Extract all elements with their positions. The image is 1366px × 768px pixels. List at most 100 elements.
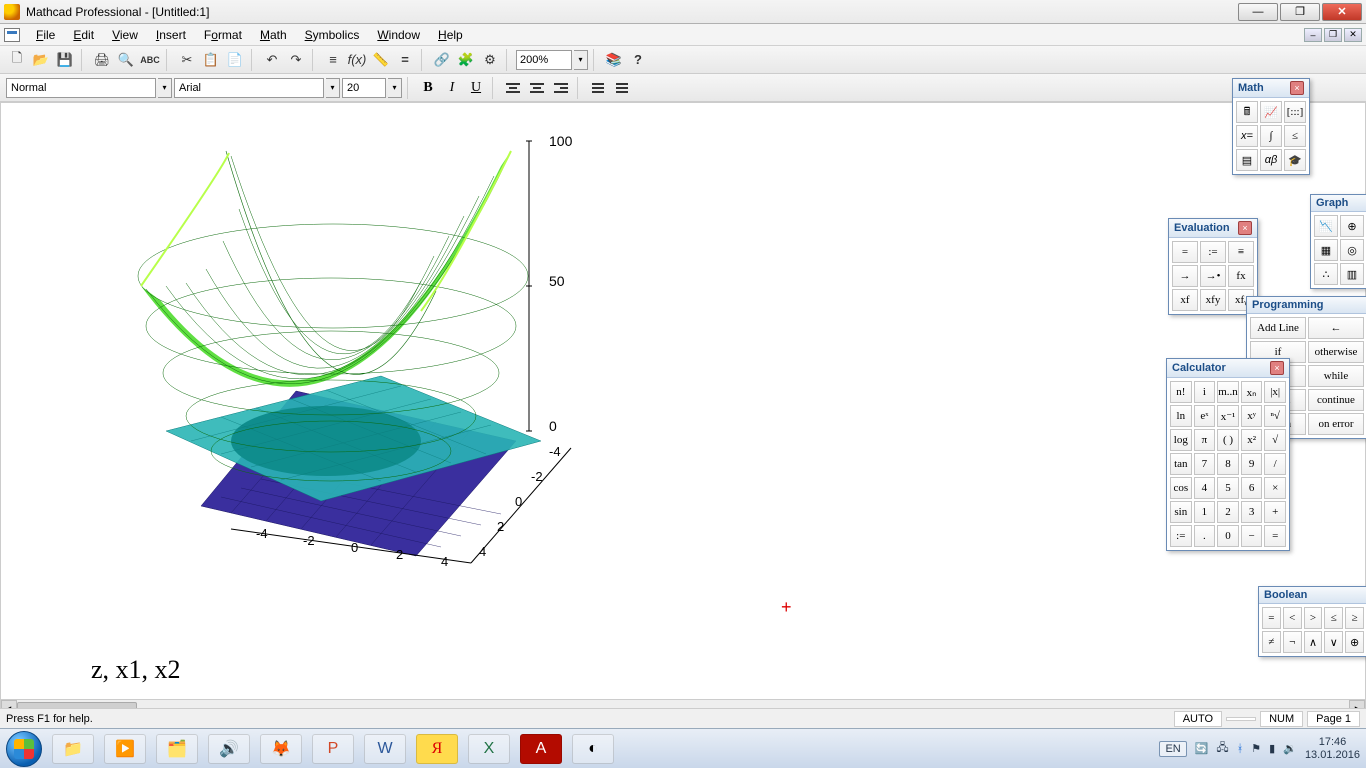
- bool-btn-0[interactable]: =: [1262, 607, 1281, 629]
- bool-btn-2[interactable]: >: [1304, 607, 1323, 629]
- paste-button[interactable]: 📄: [224, 49, 246, 71]
- window-minimize-button[interactable]: —: [1238, 3, 1278, 21]
- prog-addline[interactable]: Add Line: [1250, 317, 1306, 339]
- task-powerpoint[interactable]: P: [312, 734, 354, 764]
- open-button[interactable]: 📂: [30, 49, 52, 71]
- prog-onerror[interactable]: on error: [1308, 413, 1364, 435]
- bool-btn-1[interactable]: <: [1283, 607, 1302, 629]
- calc-btn-1-2[interactable]: x⁻¹: [1217, 405, 1239, 427]
- menu-format[interactable]: Format: [196, 26, 250, 44]
- bool-btn-5[interactable]: ≠: [1262, 631, 1281, 653]
- task-word[interactable]: W: [364, 734, 406, 764]
- tray-clock[interactable]: 17:46 13.01.2016: [1305, 736, 1360, 760]
- bool-btn-3[interactable]: ≤: [1324, 607, 1343, 629]
- bool-btn-7[interactable]: ∧: [1304, 631, 1323, 653]
- task-folder2[interactable]: 🗂️: [156, 734, 198, 764]
- math-btn-programming[interactable]: ▤: [1236, 149, 1258, 171]
- undo-button[interactable]: ↶: [261, 49, 283, 71]
- calc-btn-6-3[interactable]: −: [1241, 525, 1263, 547]
- bool-btn-4[interactable]: ≥: [1345, 607, 1364, 629]
- align-right-button[interactable]: [550, 77, 572, 99]
- calculator-palette-close[interactable]: ×: [1270, 361, 1284, 375]
- calc-btn-5-2[interactable]: 2: [1217, 501, 1239, 523]
- task-acrobat[interactable]: A: [520, 734, 562, 764]
- calc-btn-6-4[interactable]: =: [1264, 525, 1286, 547]
- graph-btn-surface[interactable]: ▦: [1314, 239, 1338, 261]
- bool-btn-6[interactable]: ¬: [1283, 631, 1302, 653]
- calculator-palette[interactable]: Calculator× n!im..nxₙ|x|lneˣx⁻¹xʸⁿ√logπ(…: [1166, 358, 1290, 551]
- new-button[interactable]: 🗋: [6, 49, 28, 71]
- tray-bluetooth-icon[interactable]: ᚼ: [1237, 743, 1244, 755]
- font-dropdown-button[interactable]: ▾: [326, 78, 340, 98]
- menu-view[interactable]: View: [104, 26, 146, 44]
- tray-volume-icon[interactable]: 🔉: [1283, 742, 1297, 755]
- calc-btn-6-1[interactable]: .: [1194, 525, 1216, 547]
- redo-button[interactable]: ↷: [285, 49, 307, 71]
- calc-btn-1-3[interactable]: xʸ: [1241, 405, 1263, 427]
- tray-battery-icon[interactable]: ▮: [1269, 742, 1275, 755]
- calc-btn-6-0[interactable]: :=: [1170, 525, 1192, 547]
- calc-btn-5-3[interactable]: 3: [1241, 501, 1263, 523]
- calc-btn-3-3[interactable]: 9: [1241, 453, 1263, 475]
- task-yandex[interactable]: Я: [416, 734, 458, 764]
- print-button[interactable]: 🖨: [91, 49, 113, 71]
- eval-btn-4[interactable]: →•: [1200, 265, 1226, 287]
- insert-hyperlink-button[interactable]: 🔗: [431, 49, 453, 71]
- menu-edit[interactable]: Edit: [65, 26, 102, 44]
- math-btn-greek[interactable]: αβ: [1260, 149, 1282, 171]
- fontsize-dropdown-button[interactable]: ▾: [388, 78, 402, 98]
- bool-btn-9[interactable]: ⊕: [1345, 631, 1364, 653]
- menu-help[interactable]: Help: [430, 26, 471, 44]
- fontsize-combo[interactable]: 20: [342, 78, 386, 98]
- math-btn-calculator[interactable]: 🖩: [1236, 101, 1258, 123]
- calc-btn-4-3[interactable]: 6: [1241, 477, 1263, 499]
- calc-btn-1-0[interactable]: ln: [1170, 405, 1192, 427]
- menu-math[interactable]: Math: [252, 26, 295, 44]
- calc-btn-2-1[interactable]: π: [1194, 429, 1216, 451]
- calc-btn-2-3[interactable]: x²: [1241, 429, 1263, 451]
- task-explorer[interactable]: 📁: [52, 734, 94, 764]
- graph-btn-xy[interactable]: 📉: [1314, 215, 1338, 237]
- tray-sync-icon[interactable]: 🔄: [1195, 742, 1209, 755]
- calc-btn-1-4[interactable]: ⁿ√: [1264, 405, 1286, 427]
- window-maximize-button[interactable]: ❐: [1280, 3, 1320, 21]
- start-button[interactable]: [6, 731, 42, 767]
- graph-btn-polar[interactable]: ⊕: [1340, 215, 1364, 237]
- prog-otherwise[interactable]: otherwise: [1308, 341, 1364, 363]
- zoom-dropdown-button[interactable]: ▾: [574, 50, 588, 70]
- calc-btn-3-4[interactable]: /: [1264, 453, 1286, 475]
- mdi-restore-button[interactable]: ❐: [1324, 28, 1342, 42]
- bullets-button[interactable]: [587, 77, 609, 99]
- print-preview-button[interactable]: 🔍: [115, 49, 137, 71]
- window-close-button[interactable]: ✕: [1322, 3, 1362, 21]
- graph-btn-contour[interactable]: ◎: [1340, 239, 1364, 261]
- prog-continue[interactable]: continue: [1308, 389, 1364, 411]
- math-btn-calculus[interactable]: ∫: [1260, 125, 1282, 147]
- zoom-combo[interactable]: 200%: [516, 50, 572, 70]
- resource-center-button[interactable]: 📚: [603, 49, 625, 71]
- evaluation-palette[interactable]: Evaluation× =:=≡→→•fxxfxfyxfᵧ: [1168, 218, 1258, 315]
- tray-language[interactable]: EN: [1159, 741, 1186, 757]
- calc-btn-5-1[interactable]: 1: [1194, 501, 1216, 523]
- mdi-minimize-button[interactable]: –: [1304, 28, 1322, 42]
- graph-btn-bar3d[interactable]: ▥: [1340, 263, 1364, 285]
- graph-palette[interactable]: Graph 📉 ⊕ ▦ ◎ ∴ ▥: [1310, 194, 1366, 289]
- insert-component-button[interactable]: 🧩: [455, 49, 477, 71]
- numbering-button[interactable]: [611, 77, 633, 99]
- eval-btn-0[interactable]: =: [1172, 241, 1198, 263]
- help-button[interactable]: ?: [627, 49, 649, 71]
- calc-btn-2-0[interactable]: log: [1170, 429, 1192, 451]
- calc-btn-2-4[interactable]: √: [1264, 429, 1286, 451]
- cut-button[interactable]: ✂: [176, 49, 198, 71]
- calc-btn-4-0[interactable]: cos: [1170, 477, 1192, 499]
- eval-btn-5[interactable]: fx: [1228, 265, 1254, 287]
- calc-btn-4-1[interactable]: 4: [1194, 477, 1216, 499]
- insert-unit-button[interactable]: 📏: [370, 49, 392, 71]
- calc-btn-1-1[interactable]: eˣ: [1194, 405, 1216, 427]
- eval-btn-6[interactable]: xf: [1172, 289, 1198, 311]
- menu-window[interactable]: Window: [369, 26, 428, 44]
- evaluation-palette-close[interactable]: ×: [1238, 221, 1252, 235]
- eval-btn-7[interactable]: xfy: [1200, 289, 1226, 311]
- align-center-button[interactable]: [526, 77, 548, 99]
- calculate-button[interactable]: =: [394, 49, 416, 71]
